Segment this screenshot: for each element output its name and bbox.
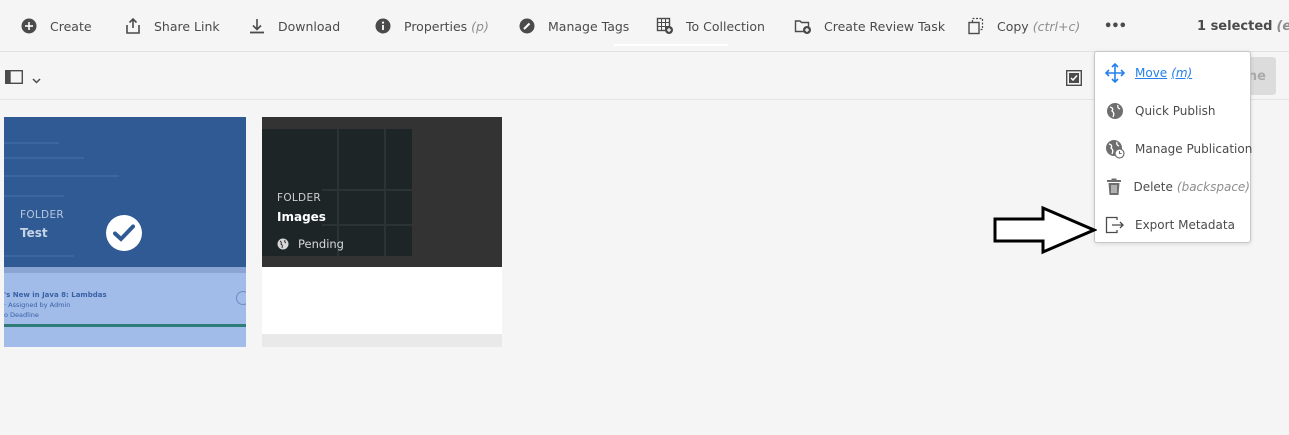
menu-item-shortcut: (backspace) <box>1176 180 1250 194</box>
status-label: Pending <box>298 237 344 251</box>
share-icon <box>124 17 142 35</box>
download-icon <box>248 17 266 35</box>
card-type: FOLDER <box>20 209 64 221</box>
thumb-text: · Assigned by Admin <box>4 301 71 309</box>
rail-toggle-button[interactable] <box>4 69 41 88</box>
more-actions-menu: Move (m) Quick Publish Manage Publicatio… <box>1094 51 1253 244</box>
action-bar: Create Share Link Download Properties (p… <box>0 0 1289 52</box>
create-review-task-button[interactable]: Create Review Task <box>794 0 945 52</box>
plus-circle-icon <box>20 17 38 35</box>
thumb-line <box>4 195 64 197</box>
annotation-arrow-icon <box>993 205 1097 255</box>
thumb-text: 's New in Java 8: Lambdas <box>4 291 107 299</box>
thumbnail-strip <box>4 267 246 273</box>
share-link-label: Share Link <box>154 18 220 34</box>
globe-icon <box>1105 101 1125 121</box>
window-frame <box>322 224 412 226</box>
chevron-down-icon <box>32 69 41 88</box>
create-label: Create <box>50 18 92 34</box>
menu-item-label: Delete <box>1133 180 1173 194</box>
card-thumbnail: FOLDER Images Pending <box>262 117 502 267</box>
menu-item-manage-publication[interactable]: Manage Publication <box>1095 130 1253 168</box>
menu-item-quick-publish[interactable]: Quick Publish <box>1095 92 1250 130</box>
globe-clock-icon <box>1105 139 1125 159</box>
more-icon: ••• <box>1104 18 1127 34</box>
review-task-icon <box>794 17 812 35</box>
selected-count-label: 1 selected <box>1197 18 1273 34</box>
sidebar-icon <box>4 69 24 88</box>
properties-button[interactable]: Properties (p) <box>374 0 489 52</box>
select-all-icon[interactable] <box>1065 69 1083 87</box>
properties-label: Properties <box>404 18 468 34</box>
download-label: Download <box>278 18 341 34</box>
to-collection-label: To Collection <box>686 18 765 34</box>
create-button[interactable]: Create <box>20 0 92 52</box>
collection-icon <box>656 17 674 35</box>
window-frame <box>384 129 386 256</box>
copy-label: Copy <box>997 18 1029 34</box>
thumb-ring <box>236 291 246 305</box>
menu-item-move[interactable]: Move (m) <box>1095 54 1250 92</box>
menu-item-label: Quick Publish <box>1135 104 1216 118</box>
manage-tags-button[interactable]: Manage Tags <box>518 0 629 52</box>
card-footer <box>262 267 502 334</box>
selected-count[interactable]: 1 selected (escape) <box>1197 0 1289 52</box>
copy-button[interactable]: Copy (ctrl+c) <box>967 0 1080 52</box>
export-icon <box>1105 215 1125 235</box>
to-collection-button[interactable]: To Collection <box>656 0 765 52</box>
trash-icon <box>1105 177 1123 197</box>
menu-item-label: Export Metadata <box>1135 218 1235 232</box>
copy-shortcut: (ctrl+c) <box>1032 18 1081 34</box>
checkmark-icon[interactable] <box>106 215 142 251</box>
folder-card-test[interactable]: 's New in Java 8: Lambdas · Assigned by … <box>4 117 246 347</box>
card-type: FOLDER <box>277 192 321 204</box>
menu-item-label: Manage Publication <box>1135 142 1253 156</box>
menu-item-delete[interactable]: Delete (backspace) <box>1095 168 1250 206</box>
tag-icon <box>518 17 536 35</box>
move-icon <box>1105 63 1125 83</box>
copy-icon <box>967 17 985 35</box>
assets-page: Create Share Link Download Properties (p… <box>0 0 1289 435</box>
share-link-button[interactable]: Share Link <box>124 0 220 52</box>
properties-shortcut: (p) <box>471 18 489 34</box>
folder-card-images[interactable]: FOLDER Images Pending <box>262 117 502 347</box>
card-title: Test <box>20 226 48 240</box>
menu-item-label: Move <box>1135 66 1168 80</box>
publish-status: Pending <box>277 237 344 251</box>
selected-shortcut: (escape) <box>1276 18 1289 34</box>
menu-item-shortcut: (m) <box>1171 66 1193 80</box>
globe-icon <box>277 238 289 250</box>
thumb-line <box>4 175 119 177</box>
download-button[interactable]: Download <box>248 0 340 52</box>
window-frame <box>322 189 412 191</box>
card-title: Images <box>277 210 326 224</box>
create-review-task-label: Create Review Task <box>824 18 946 34</box>
info-icon <box>374 17 392 35</box>
thumbnail-progress-bar <box>4 324 246 327</box>
manage-tags-label: Manage Tags <box>548 18 630 34</box>
thumb-line <box>4 255 74 257</box>
thumb-line <box>4 157 84 159</box>
thumb-text: o Deadline <box>4 311 39 319</box>
thumb-line <box>4 142 59 144</box>
more-button[interactable]: ••• <box>1104 0 1127 52</box>
menu-item-export-metadata[interactable]: Export Metadata <box>1095 206 1250 244</box>
